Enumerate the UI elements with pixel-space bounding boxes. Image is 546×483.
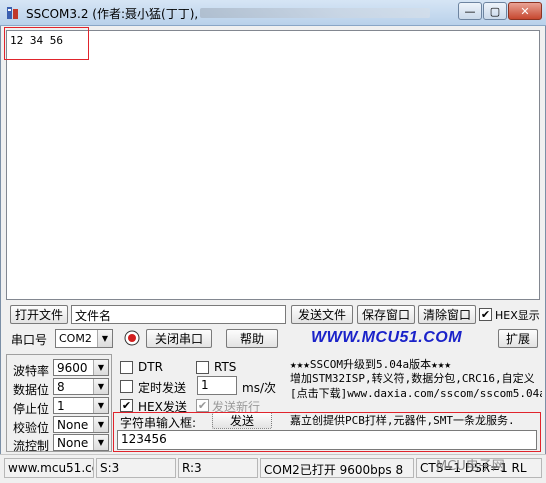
timed-send-label: 定时发送 bbox=[138, 381, 187, 395]
flow-label: 流控制 bbox=[13, 439, 50, 453]
maximize-button[interactable]: ▢ bbox=[483, 2, 507, 20]
chevron-down-icon: ▼ bbox=[93, 435, 108, 450]
window-title: SSCOM3.2 (作者:聂小猛(丁丁), bbox=[26, 7, 199, 21]
databits-select[interactable]: 8 ▼ bbox=[53, 378, 109, 395]
baud-label: 波特率 bbox=[13, 364, 50, 378]
minimize-button[interactable]: — bbox=[458, 2, 482, 20]
baud-select[interactable]: 9600 ▼ bbox=[53, 359, 109, 376]
minimize-icon: — bbox=[464, 4, 476, 18]
maximize-icon: ▢ bbox=[489, 4, 501, 18]
highlight-receive bbox=[4, 27, 89, 60]
databits-value: 8 bbox=[57, 379, 65, 394]
port-label: 串口号 bbox=[11, 333, 48, 347]
chevron-down-icon: ▼ bbox=[93, 379, 108, 394]
chevron-down-icon: ▼ bbox=[93, 360, 108, 375]
stopbits-value: 1 bbox=[57, 398, 65, 413]
port-select[interactable]: COM2 ▼ bbox=[55, 329, 113, 348]
clear-window-button[interactable]: 清除窗口 bbox=[418, 305, 476, 324]
status-port-state: COM2已打开 9600bps 8 bbox=[260, 458, 414, 478]
port-value: COM2 bbox=[59, 332, 92, 345]
file-name-field[interactable]: 文件名 bbox=[71, 305, 286, 324]
status-sent-count: S:3 bbox=[96, 458, 176, 478]
ad-line-4: 嘉立创提供PCB打样,元器件,SMT一条龙服务. bbox=[290, 414, 515, 427]
databits-label: 数据位 bbox=[13, 383, 50, 397]
close-port-button[interactable]: 关闭串口 bbox=[146, 329, 212, 348]
stopbits-label: 停止位 bbox=[13, 402, 50, 416]
close-icon: ✕ bbox=[520, 4, 530, 18]
send-file-button[interactable]: 发送文件 bbox=[291, 305, 353, 324]
ad-download-link[interactable]: [点击下载]www.daxia.com/sscom/sscom5.04a.r bbox=[290, 385, 542, 401]
interval-input[interactable]: 1 bbox=[197, 376, 237, 395]
parity-label: 校验位 bbox=[13, 421, 50, 435]
dtr-label: DTR bbox=[138, 360, 163, 374]
chevron-down-icon: ▼ bbox=[93, 398, 108, 413]
hex-display-checkbox[interactable]: ✔ bbox=[479, 308, 492, 321]
rts-checkbox[interactable] bbox=[196, 361, 209, 374]
baud-value: 9600 bbox=[57, 360, 88, 375]
ad-line-2: 增加STM32ISP,转义符,数据分包,CRC16,自定义 bbox=[290, 372, 535, 385]
dtr-checkbox[interactable] bbox=[120, 361, 133, 374]
open-file-button[interactable]: 打开文件 bbox=[10, 305, 68, 324]
stopbits-select[interactable]: 1 ▼ bbox=[53, 397, 109, 414]
interval-unit-label: ms/次 bbox=[242, 381, 276, 395]
hex-display-label: HEX显示 bbox=[495, 309, 540, 322]
expand-button[interactable]: 扩展 bbox=[498, 329, 538, 348]
flow-select[interactable]: None ▼ bbox=[53, 434, 109, 451]
app-icon bbox=[7, 7, 18, 19]
watermark-text: MCU电子网 bbox=[436, 459, 505, 474]
chevron-down-icon: ▼ bbox=[97, 330, 112, 347]
hex-send-checkbox[interactable]: ✔ bbox=[120, 399, 133, 412]
status-website[interactable]: www.mcu51.cor bbox=[4, 458, 94, 478]
brand-link[interactable]: WWW.MCU51.COM bbox=[311, 329, 462, 347]
timed-send-checkbox[interactable] bbox=[120, 380, 133, 393]
save-window-button[interactable]: 保存窗口 bbox=[357, 305, 415, 324]
parity-value: None bbox=[57, 417, 89, 432]
port-status-indicator-icon bbox=[124, 330, 140, 346]
send-newline-checkbox[interactable]: ✔ bbox=[196, 399, 209, 412]
chevron-down-icon: ▼ bbox=[93, 417, 108, 432]
parity-select[interactable]: None ▼ bbox=[53, 416, 109, 433]
help-button[interactable]: 帮助 bbox=[226, 329, 278, 348]
status-received-count: R:3 bbox=[178, 458, 258, 478]
receive-area[interactable] bbox=[6, 30, 540, 300]
close-button[interactable]: ✕ bbox=[508, 2, 542, 20]
rts-label: RTS bbox=[214, 360, 237, 374]
flow-value: None bbox=[57, 435, 89, 450]
title-redacted bbox=[200, 8, 430, 18]
